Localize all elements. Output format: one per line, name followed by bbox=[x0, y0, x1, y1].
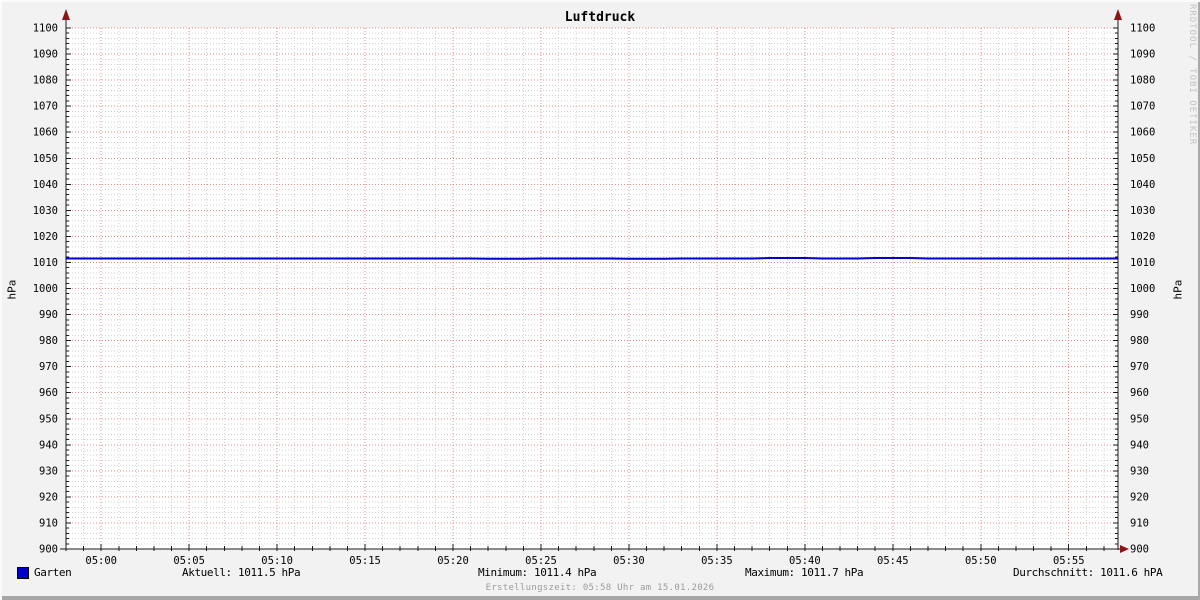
y-axis-unit-left: hPa bbox=[5, 279, 19, 300]
legend-swatch bbox=[17, 567, 29, 579]
svg-text:1030: 1030 bbox=[33, 205, 58, 217]
svg-text:940: 940 bbox=[39, 439, 58, 451]
svg-text:1050: 1050 bbox=[33, 153, 58, 165]
rrdtool-watermark: RRDTOOL / TOBI OETIKER bbox=[1187, 4, 1197, 146]
chart-plot-area: 900 900 910 910 920 920 930 930 940 940 950 950 960 9… bbox=[33, 9, 1155, 567]
svg-text:970: 970 bbox=[1130, 361, 1149, 373]
svg-text:990: 990 bbox=[1130, 309, 1149, 321]
svg-text:990: 990 bbox=[39, 309, 58, 321]
stat-aktuell: Aktuell: 1011.5 hPa bbox=[182, 566, 301, 579]
svg-text:950: 950 bbox=[1130, 413, 1149, 425]
svg-text:1090: 1090 bbox=[33, 49, 58, 61]
svg-text:1020: 1020 bbox=[1130, 231, 1155, 243]
svg-text:900: 900 bbox=[1130, 544, 1149, 556]
svg-text:910: 910 bbox=[1130, 517, 1149, 529]
svg-text:1010: 1010 bbox=[33, 257, 58, 269]
svg-text:1020: 1020 bbox=[33, 231, 58, 243]
creation-time: Erstellungszeit: 05:58 Uhr am 15.01.2026 bbox=[485, 583, 715, 593]
legend-series-label: Garten bbox=[34, 566, 72, 579]
svg-text:980: 980 bbox=[39, 335, 58, 347]
stat-minimum: Minimum: 1011.4 hPa bbox=[478, 566, 597, 579]
svg-text:1070: 1070 bbox=[33, 101, 58, 113]
stat-maximum: Maximum: 1011.7 hPa bbox=[745, 566, 864, 579]
svg-text:1080: 1080 bbox=[33, 75, 58, 87]
svg-text:1000: 1000 bbox=[33, 283, 58, 295]
svg-text:950: 950 bbox=[39, 413, 58, 425]
svg-text:1100: 1100 bbox=[33, 23, 58, 35]
y-axis-unit-right: hPa bbox=[1171, 279, 1185, 300]
svg-text:970: 970 bbox=[39, 361, 58, 373]
svg-text:1100: 1100 bbox=[1130, 23, 1155, 35]
series-line-garten bbox=[66, 257, 1118, 260]
svg-text:930: 930 bbox=[39, 465, 58, 477]
stat-durchschnitt: Durchschnitt: 1011.6 hPA bbox=[1013, 566, 1163, 579]
svg-text:980: 980 bbox=[1130, 335, 1149, 347]
svg-text:1060: 1060 bbox=[33, 127, 58, 139]
svg-text:930: 930 bbox=[1130, 465, 1149, 477]
svg-text:1060: 1060 bbox=[1130, 127, 1155, 139]
svg-text:920: 920 bbox=[1130, 491, 1149, 503]
svg-text:1040: 1040 bbox=[33, 179, 58, 191]
svg-text:910: 910 bbox=[39, 517, 58, 529]
svg-text:1050: 1050 bbox=[1130, 153, 1155, 165]
svg-text:1040: 1040 bbox=[1130, 179, 1155, 191]
legend-row: Garten Aktuell: 1011.5 hPa Minimum: 1011… bbox=[0, 566, 1200, 580]
svg-text:1000: 1000 bbox=[1130, 283, 1155, 295]
svg-text:900: 900 bbox=[39, 544, 58, 556]
svg-text:1070: 1070 bbox=[1130, 101, 1155, 113]
svg-text:1010: 1010 bbox=[1130, 257, 1155, 269]
svg-text:940: 940 bbox=[1130, 439, 1149, 451]
svg-text:960: 960 bbox=[1130, 387, 1149, 399]
svg-text:1090: 1090 bbox=[1130, 49, 1155, 61]
svg-text:960: 960 bbox=[39, 387, 58, 399]
svg-text:920: 920 bbox=[39, 491, 58, 503]
rrdtool-graph: Luftdruck 900 900 910 910 920 920 930 930 940 940… bbox=[0, 0, 1200, 600]
svg-text:1030: 1030 bbox=[1130, 205, 1155, 217]
svg-text:1080: 1080 bbox=[1130, 75, 1155, 87]
